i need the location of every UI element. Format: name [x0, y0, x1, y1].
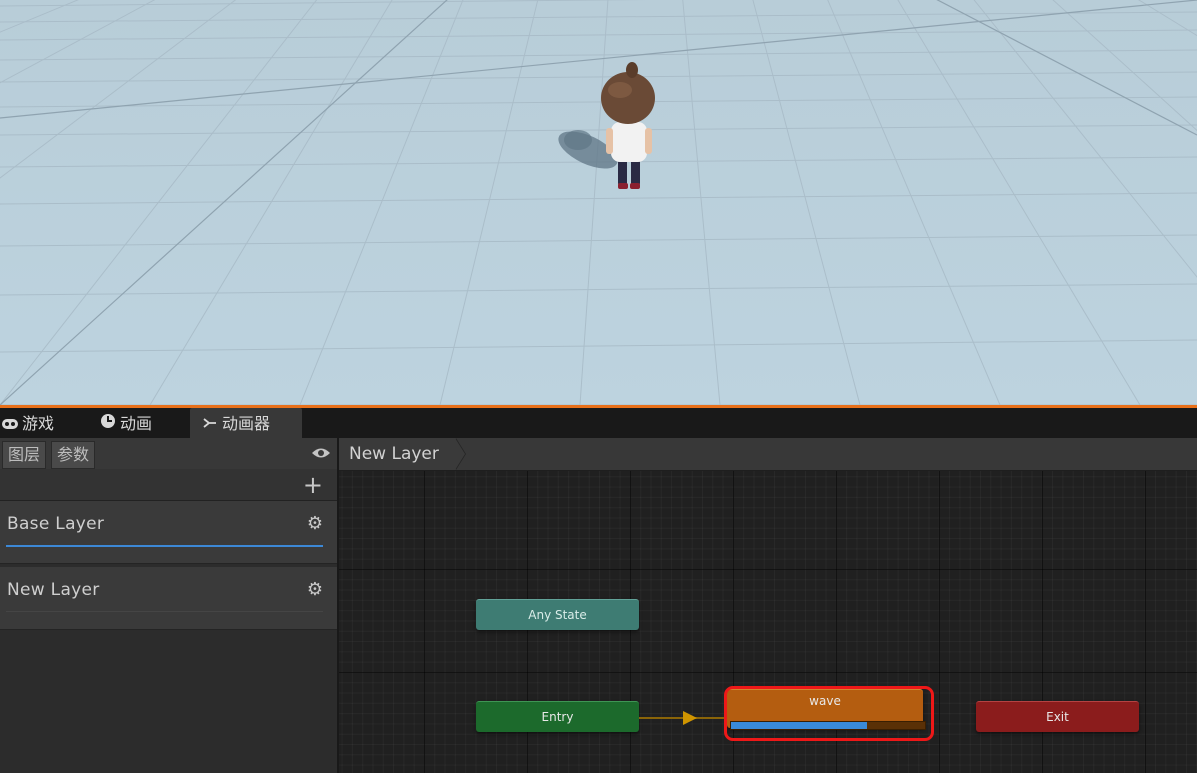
add-layer-button[interactable]: + [303, 469, 323, 501]
tab-animation-label: 动画 [120, 414, 153, 433]
eye-icon[interactable] [311, 445, 331, 463]
breadcrumb: New Layer [339, 438, 1197, 471]
tab-animator-label: 动画器 [222, 414, 271, 433]
transition-line[interactable] [639, 717, 725, 719]
gear-icon[interactable]: ⚙ [307, 513, 323, 534]
layer-item-base[interactable]: Base Layer ⚙ [0, 501, 337, 564]
tab-game[interactable]: 游戏 [2, 408, 90, 438]
layers-panel: 图层 参数 + Base Layer ⚙ New Layer ⚙ [0, 438, 337, 773]
gamepad-icon [2, 409, 18, 441]
layer-weight-bar [6, 611, 323, 612]
state-entry[interactable]: Entry [476, 701, 639, 732]
scene-view[interactable] [0, 0, 1197, 405]
tab-layers[interactable]: 图层 [2, 441, 47, 469]
tab-animation[interactable]: 动画 [100, 408, 186, 438]
state-exit[interactable]: Exit [976, 701, 1139, 732]
animator-graph[interactable]: New Layer Any State Entry wave Exit [337, 438, 1197, 773]
tab-animator[interactable]: 动画器 [190, 408, 302, 438]
layer-name: New Layer [7, 580, 100, 600]
layer-item-new[interactable]: New Layer ⚙ [0, 567, 337, 630]
panel-tab-bar: 游戏 动画 动画器 [0, 408, 1197, 438]
state-any-state[interactable]: Any State [476, 599, 639, 630]
breadcrumb-arrow [455, 438, 465, 470]
highlight-box [724, 686, 934, 741]
character[interactable] [0, 0, 1197, 405]
transition-arrow-icon [683, 711, 697, 725]
layers-params-tabs: 图层 参数 [0, 438, 337, 470]
gear-icon[interactable]: ⚙ [307, 579, 323, 600]
breadcrumb-item[interactable]: New Layer [339, 438, 455, 470]
layer-weight-bar [6, 545, 323, 547]
add-layer-row: + [0, 469, 337, 501]
tab-game-label: 游戏 [22, 414, 55, 433]
layer-name: Base Layer [7, 514, 105, 534]
tab-parameters[interactable]: 参数 [51, 441, 96, 469]
animator-icon [202, 409, 218, 441]
clock-icon [100, 409, 116, 441]
